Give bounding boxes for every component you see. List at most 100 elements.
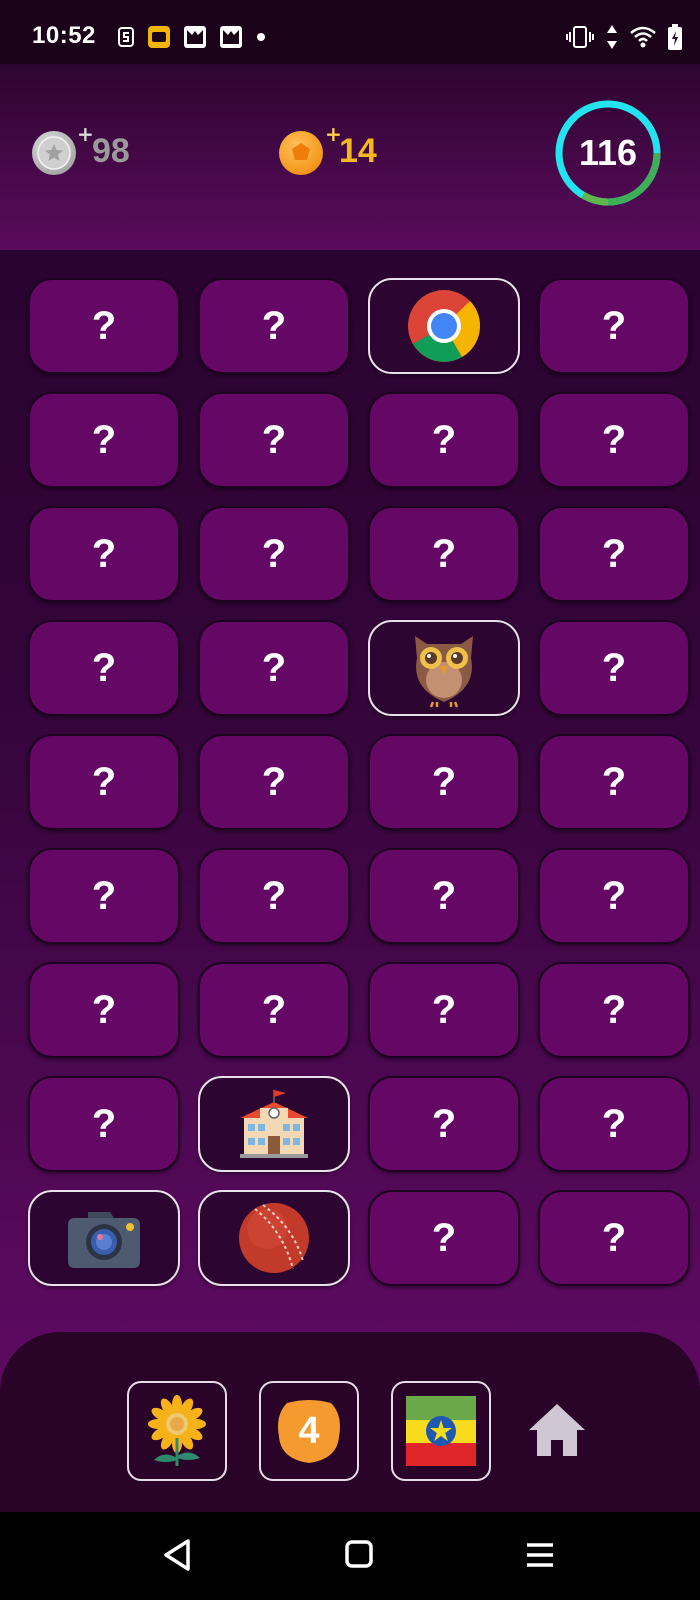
card-hidden[interactable]: ? bbox=[198, 278, 350, 374]
gold-count: 14 bbox=[339, 132, 377, 170]
card-hidden[interactable]: ? bbox=[368, 1076, 520, 1172]
card-hidden[interactable]: ? bbox=[198, 392, 350, 488]
card-hidden[interactable]: ? bbox=[368, 962, 520, 1058]
card-question-mark: ? bbox=[601, 759, 627, 804]
card-hidden[interactable]: ? bbox=[28, 734, 180, 830]
card-question-mark: ? bbox=[261, 987, 287, 1032]
system-icons bbox=[566, 24, 682, 50]
card-question-mark: ? bbox=[261, 531, 287, 576]
card-question-mark: ? bbox=[601, 987, 627, 1032]
card-question-mark: ? bbox=[431, 1215, 457, 1260]
card-hidden[interactable]: ? bbox=[28, 962, 180, 1058]
home-icon[interactable] bbox=[527, 1402, 587, 1458]
card-hidden[interactable]: ? bbox=[28, 1076, 180, 1172]
card-hidden[interactable]: ? bbox=[538, 848, 690, 944]
card-question-mark: ? bbox=[91, 759, 117, 804]
card-revealed[interactable] bbox=[198, 1076, 350, 1172]
card-question-mark: ? bbox=[601, 1101, 627, 1146]
more-dot-icon bbox=[257, 33, 265, 41]
card-hidden[interactable]: ? bbox=[368, 506, 520, 602]
menu-icon[interactable] bbox=[526, 1542, 554, 1568]
card-hidden[interactable]: ? bbox=[198, 506, 350, 602]
number-badge-label: 4 bbox=[298, 1409, 320, 1452]
card-revealed[interactable] bbox=[368, 620, 520, 716]
card-hidden[interactable]: ? bbox=[198, 962, 350, 1058]
status-bar: 10:52 bbox=[0, 0, 700, 64]
tray-slot-number[interactable]: 4 bbox=[259, 1381, 359, 1481]
gold-coin-icon bbox=[279, 131, 323, 175]
timer-value: 116 bbox=[578, 132, 638, 173]
card-question-mark: ? bbox=[91, 531, 117, 576]
card-question-mark: ? bbox=[601, 417, 627, 462]
card-question-mark: ? bbox=[431, 873, 457, 918]
card-hidden[interactable]: ? bbox=[368, 734, 520, 830]
card-hidden[interactable]: ? bbox=[28, 392, 180, 488]
card-revealed[interactable] bbox=[368, 278, 520, 374]
card-hidden[interactable]: ? bbox=[368, 1190, 520, 1286]
card-hidden[interactable]: ? bbox=[538, 1076, 690, 1172]
card-hidden[interactable]: ? bbox=[538, 1190, 690, 1286]
card-revealed[interactable] bbox=[198, 1190, 350, 1286]
school-icon bbox=[240, 1090, 308, 1158]
card-question-mark: ? bbox=[91, 987, 117, 1032]
card-question-mark: ? bbox=[431, 987, 457, 1032]
card-hidden[interactable]: ? bbox=[538, 506, 690, 602]
card-question-mark: ? bbox=[601, 531, 627, 576]
card-question-mark: ? bbox=[431, 1101, 457, 1146]
data-arrows-icon bbox=[607, 25, 617, 49]
chrome-icon bbox=[408, 290, 481, 362]
sunflower-icon bbox=[148, 1395, 206, 1466]
card-question-mark: ? bbox=[431, 417, 457, 462]
card-hidden[interactable]: ? bbox=[28, 848, 180, 944]
game-app-icon bbox=[184, 26, 206, 48]
card-question-mark: ? bbox=[601, 873, 627, 918]
card-question-mark: ? bbox=[91, 1101, 117, 1146]
back-icon[interactable] bbox=[162, 1538, 192, 1572]
card-question-mark: ? bbox=[91, 873, 117, 918]
card-board: ??????????????????????????????? bbox=[28, 278, 692, 1286]
card-question-mark: ? bbox=[261, 759, 287, 804]
vibrate-icon bbox=[566, 26, 594, 48]
card-hidden[interactable]: ? bbox=[28, 506, 180, 602]
recents-icon[interactable] bbox=[345, 1540, 373, 1568]
card-question-mark: ? bbox=[601, 645, 627, 690]
card-hidden[interactable]: ? bbox=[198, 848, 350, 944]
ethiopia-flag-icon bbox=[406, 1396, 476, 1466]
game-app-icon bbox=[220, 26, 242, 48]
cricket-ball-icon bbox=[239, 1203, 309, 1273]
card-hidden[interactable]: ? bbox=[538, 962, 690, 1058]
battery-icon bbox=[668, 24, 682, 50]
card-hidden[interactable]: ? bbox=[538, 278, 690, 374]
silver-coin-icon bbox=[32, 131, 76, 175]
card-question-mark: ? bbox=[261, 417, 287, 462]
card-hidden[interactable]: ? bbox=[368, 848, 520, 944]
card-question-mark: ? bbox=[91, 303, 117, 348]
status-time: 10:52 bbox=[32, 22, 96, 49]
card-hidden[interactable]: ? bbox=[28, 620, 180, 716]
card-hidden[interactable]: ? bbox=[538, 734, 690, 830]
card-question-mark: ? bbox=[91, 417, 117, 462]
tray-slot-sunflower[interactable] bbox=[127, 1381, 227, 1481]
card-hidden[interactable]: ? bbox=[28, 278, 180, 374]
folder-app-icon bbox=[148, 26, 170, 48]
card-question-mark: ? bbox=[431, 759, 457, 804]
tray-slot-flag[interactable] bbox=[391, 1381, 491, 1481]
game-screen: 10:52 + 98 + 14 116 ? ? ? ? ? ? ? ? ? ? … bbox=[0, 0, 700, 1600]
card-hidden[interactable]: ? bbox=[538, 620, 690, 716]
owl-icon bbox=[415, 636, 473, 708]
card-question-mark: ? bbox=[431, 531, 457, 576]
card-question-mark: ? bbox=[261, 303, 287, 348]
card-hidden[interactable]: ? bbox=[538, 392, 690, 488]
system-nav-bar bbox=[0, 1512, 700, 1600]
card-question-mark: ? bbox=[601, 1215, 627, 1260]
card-hidden[interactable]: ? bbox=[198, 620, 350, 716]
card-question-mark: ? bbox=[261, 873, 287, 918]
card-question-mark: ? bbox=[91, 645, 117, 690]
notification-icons bbox=[118, 26, 266, 48]
card-revealed[interactable] bbox=[28, 1190, 180, 1286]
camera-icon bbox=[68, 1212, 140, 1268]
card-hidden[interactable]: ? bbox=[368, 392, 520, 488]
card-question-mark: ? bbox=[601, 303, 627, 348]
card-hidden[interactable]: ? bbox=[198, 734, 350, 830]
silver-count: 98 bbox=[92, 132, 130, 170]
